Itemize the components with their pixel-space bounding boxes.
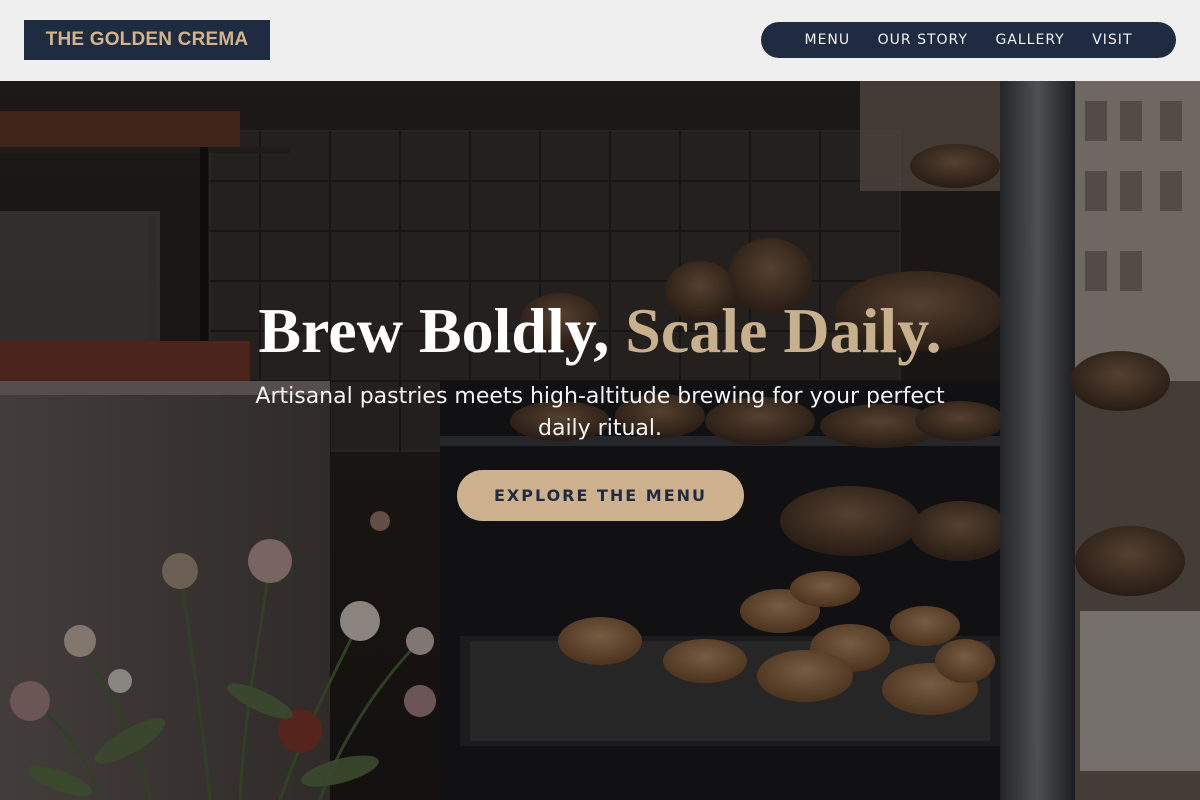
hero-title-accent: Scale Daily. xyxy=(625,295,942,366)
explore-menu-button[interactable]: EXPLORE THE MENU xyxy=(457,470,744,521)
nav-item-our-story[interactable]: OUR STORY xyxy=(878,32,968,48)
site-header: THE GOLDEN CREMA MENU OUR STORY GALLERY … xyxy=(0,0,1200,81)
hero-title-main: Brew Boldly, xyxy=(258,295,610,366)
hero-section: Brew Boldly, Scale Daily. Artisanal past… xyxy=(0,81,1200,800)
hero-content: Brew Boldly, Scale Daily. Artisanal past… xyxy=(0,81,1200,800)
nav-item-gallery[interactable]: GALLERY xyxy=(995,32,1064,48)
hero-title: Brew Boldly, Scale Daily. xyxy=(0,291,1200,371)
nav-item-menu[interactable]: MENU xyxy=(805,32,851,48)
main-nav: MENU OUR STORY GALLERY VISIT xyxy=(761,22,1176,58)
brand-name: THE GOLDEN CREMA xyxy=(45,29,249,50)
explore-menu-button-label: EXPLORE THE MENU xyxy=(493,486,708,505)
hero-subtitle: Artisanal pastries meets high-altitude b… xyxy=(255,384,945,441)
brand-logo[interactable]: THE GOLDEN CREMA xyxy=(24,20,270,60)
nav-item-visit[interactable]: VISIT xyxy=(1092,32,1132,48)
